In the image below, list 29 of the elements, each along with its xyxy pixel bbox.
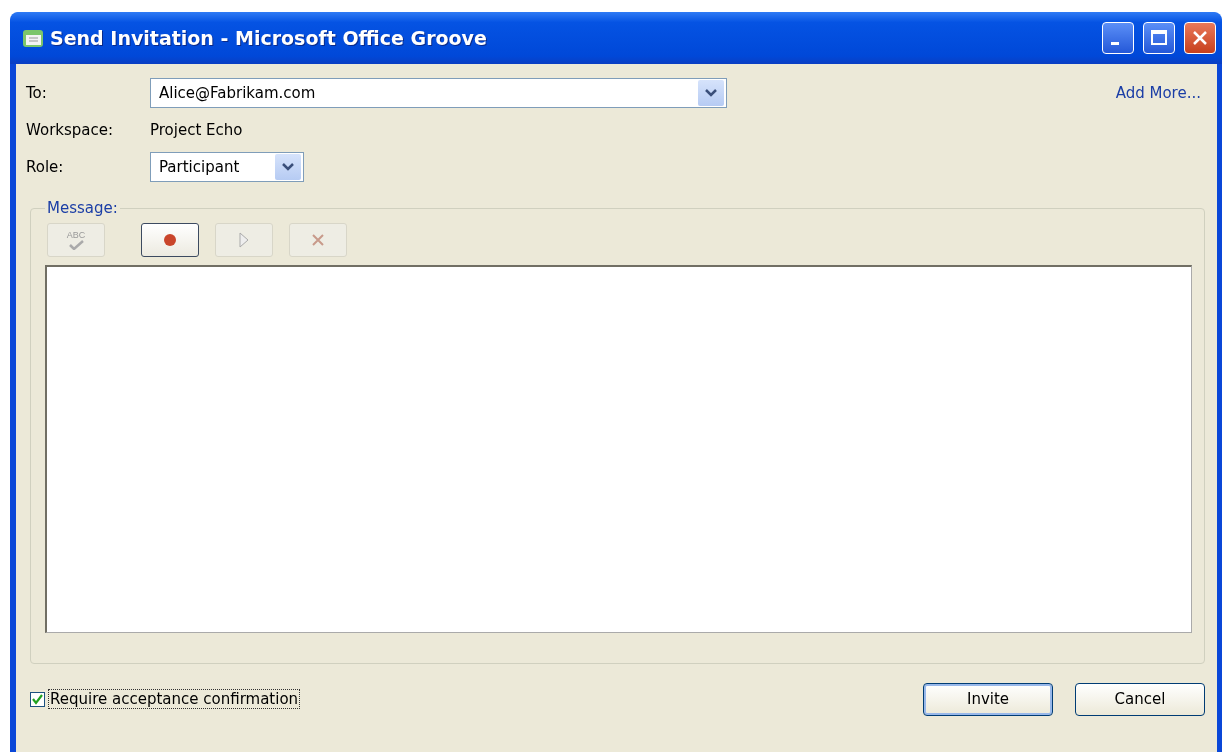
app-icon	[22, 27, 44, 49]
play-icon	[239, 232, 249, 248]
checkmark-icon	[68, 239, 84, 250]
cancel-button[interactable]: Cancel	[1075, 682, 1205, 716]
role-dropdown[interactable]: Participant	[150, 151, 304, 182]
minimize-button[interactable]	[1102, 22, 1134, 54]
invite-button[interactable]: Invite	[923, 682, 1053, 716]
message-field[interactable]	[45, 265, 1192, 633]
checkbox[interactable]	[30, 691, 45, 707]
message-label: Message:	[46, 199, 119, 217]
workspace-value: Project Echo	[150, 120, 243, 139]
workspace-label: Workspace:	[26, 120, 115, 139]
minimize-icon	[1111, 41, 1119, 45]
maximize-icon	[1150, 29, 1168, 47]
record-icon	[163, 233, 177, 247]
abc-text: ABC	[66, 230, 86, 240]
record-button[interactable]	[141, 223, 199, 257]
maximize-button[interactable]	[1143, 22, 1175, 54]
close-button[interactable]	[1184, 22, 1216, 54]
close-icon	[1191, 29, 1209, 47]
delete-icon	[311, 233, 325, 247]
checkbox-label[interactable]: Require acceptance confirmation	[48, 689, 301, 709]
add-more-link[interactable]: Add More...	[1115, 83, 1201, 102]
to-label: To:	[26, 83, 48, 102]
role-label: Role:	[26, 157, 65, 176]
to-field[interactable]: Alice@Fabrikam.com	[150, 77, 727, 108]
dropdown-icon[interactable]	[275, 153, 301, 180]
window-title: Send Invitation - Microsoft Office Groove	[50, 27, 488, 49]
dropdown-icon[interactable]	[698, 79, 724, 106]
